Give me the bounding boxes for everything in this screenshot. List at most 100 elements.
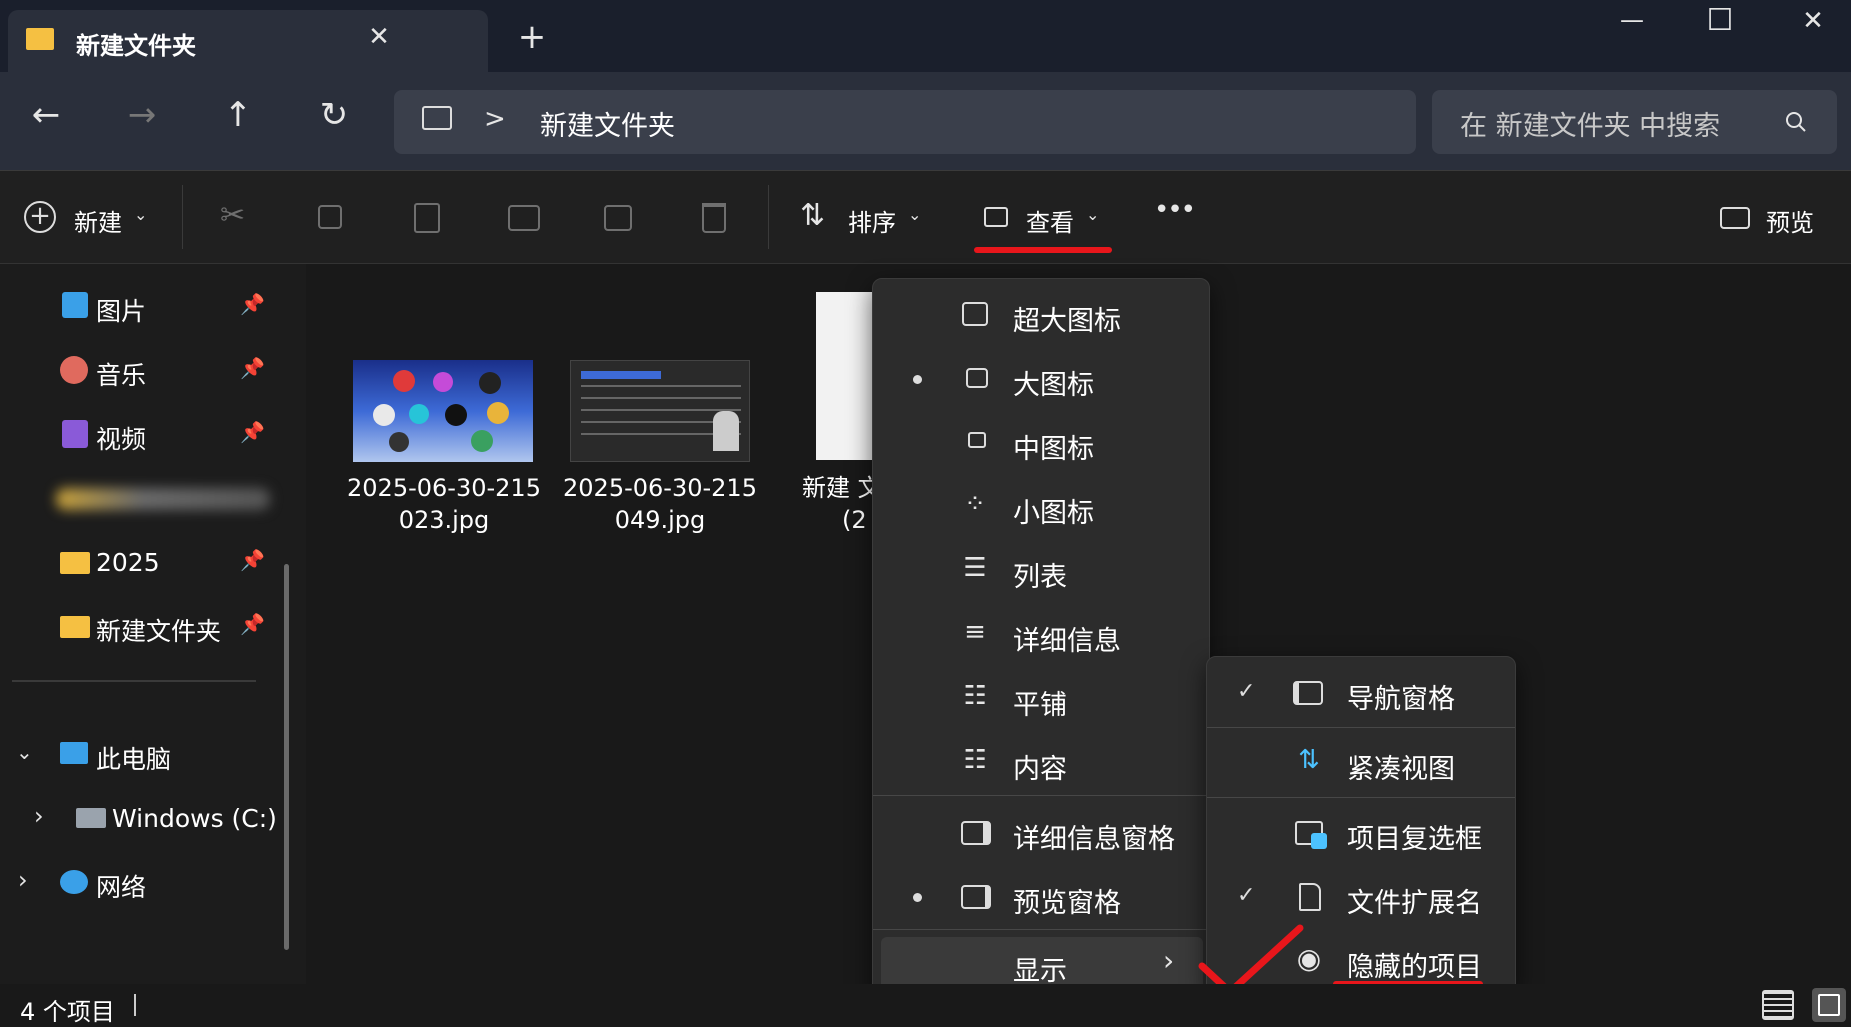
sidebar-item-label: 视频 [96, 425, 147, 454]
file-name[interactable]: 2025-06-30-215 049.jpg [560, 472, 760, 536]
sidebar-item-new-folder[interactable]: 新建文件夹 📌 [0, 602, 300, 652]
minimize-button[interactable]: — [1612, 8, 1652, 32]
pin-icon: 📌 [240, 356, 265, 380]
tab-close-button[interactable]: ✕ [364, 24, 394, 50]
details-view-icon[interactable] [1762, 990, 1794, 1020]
chevron-right-icon[interactable]: › [34, 804, 44, 828]
sort-icon: ⇅ [800, 198, 826, 233]
sidebar-item-blurred[interactable] [0, 474, 300, 524]
navigation-bar: ← → ↑ ↻ > 新建文件夹 在 新建文件夹 中搜索 [0, 72, 1851, 170]
checkmark-icon: ✓ [1237, 883, 1256, 908]
paste-icon[interactable] [414, 203, 440, 233]
menu-separator [1207, 727, 1515, 728]
submenu-item-item-checkboxes[interactable]: 项目复选框 [1207, 803, 1515, 863]
navigation-pane: 图片 📌 音乐 📌 视频 📌 2025 📌 新建文件夹 📌 ⌄ 此电脑 › Wi… [0, 264, 306, 984]
sidebar-scrollbar[interactable] [284, 564, 289, 950]
sidebar-item-this-pc[interactable]: ⌄ 此电脑 [0, 730, 300, 780]
status-divider [134, 994, 136, 1016]
submenu-item-file-extensions[interactable]: ✓ 文件扩展名 [1207, 867, 1515, 927]
sidebar-item-videos[interactable]: 视频 📌 [0, 410, 300, 460]
menu-item-details[interactable]: ≡ 详细信息 [873, 605, 1209, 665]
small-icons-icon: ⁘ [964, 489, 986, 519]
menu-item-small-icons[interactable]: ⁘ 小图标 [873, 477, 1209, 537]
thumbnail-detail [581, 409, 741, 411]
file-thumbnail[interactable] [570, 360, 750, 462]
folder-icon [26, 28, 54, 50]
sidebar-item-music[interactable]: 音乐 📌 [0, 346, 300, 396]
selected-bullet [913, 893, 922, 902]
tab-active[interactable]: 新建文件夹 ✕ [8, 10, 488, 72]
maximize-button[interactable]: ☐ [1700, 6, 1740, 36]
large-icons-view-button[interactable] [1812, 988, 1846, 1022]
menu-item-label: 中图标 [1013, 434, 1094, 465]
sidebar-item-label: 音乐 [96, 361, 147, 390]
copy-icon[interactable] [318, 205, 342, 229]
chevron-right-icon[interactable]: › [18, 868, 28, 892]
search-box[interactable]: 在 新建文件夹 中搜索 [1432, 90, 1837, 154]
annotation-underline [974, 247, 1112, 253]
blurred-icon [56, 488, 270, 510]
submenu-item-compact-view[interactable]: ⇅ 紧凑视图 [1207, 733, 1515, 793]
pin-icon: 📌 [240, 420, 265, 444]
thumbnail-detail [487, 402, 509, 424]
address-bar[interactable]: > 新建文件夹 [394, 90, 1416, 154]
sidebar-item-label: 图片 [96, 297, 147, 326]
cut-icon[interactable]: ✂ [220, 201, 245, 231]
menu-item-label: 平铺 [1013, 690, 1067, 721]
up-arrow-icon[interactable]: ↑ [220, 98, 256, 132]
menu-item-label: 文件扩展名 [1347, 888, 1482, 919]
sidebar-item-2025[interactable]: 2025 📌 [0, 538, 300, 588]
file-name[interactable]: 2025-06-30-215 023.jpg [344, 472, 544, 536]
large-icons-icon [966, 368, 988, 388]
menu-item-list[interactable]: ☰ 列表 [873, 541, 1209, 601]
file-thumbnail[interactable] [816, 292, 876, 460]
submenu-item-navigation-pane[interactable]: ✓ 导航窗格 [1207, 663, 1515, 723]
refresh-icon[interactable]: ↻ [316, 98, 352, 132]
details-icon: ≡ [964, 617, 986, 647]
new-tab-button[interactable]: + [517, 20, 547, 54]
preview-button[interactable]: 预览 [1766, 203, 1814, 238]
add-icon: + [24, 201, 56, 233]
delete-icon[interactable] [702, 203, 726, 233]
sidebar-item-network[interactable]: › 网络 [0, 858, 300, 908]
menu-item-content[interactable]: ☷ 内容 [873, 733, 1209, 793]
menu-item-label: 内容 [1013, 754, 1067, 785]
more-options-button[interactable]: ••• [1154, 197, 1196, 223]
large-icons-view-icon [1818, 994, 1840, 1016]
compact-view-icon: ⇅ [1298, 745, 1320, 775]
menu-item-medium-icons[interactable]: 中图标 [873, 413, 1209, 473]
menu-item-large-icons[interactable]: 大图标 [873, 349, 1209, 409]
menu-item-preview-pane[interactable]: 预览窗格 [873, 867, 1209, 927]
rename-icon[interactable] [508, 205, 540, 231]
file-name[interactable]: 新建 文 (2 [802, 472, 882, 536]
close-window-button[interactable]: ✕ [1793, 8, 1833, 34]
selected-bullet [913, 375, 922, 384]
chevron-down-icon: ⌄ [908, 205, 922, 224]
sidebar-item-pictures[interactable]: 图片 📌 [0, 282, 300, 332]
breadcrumb-current-folder[interactable]: 新建文件夹 [540, 104, 675, 143]
forward-arrow-icon[interactable]: → [124, 98, 160, 132]
back-arrow-icon[interactable]: ← [28, 98, 64, 132]
file-name-line: 2025-06-30-215 [347, 474, 541, 502]
share-icon[interactable] [604, 205, 632, 231]
menu-item-label: 隐藏的项目 [1347, 952, 1482, 983]
view-button[interactable]: 查看 [1026, 203, 1074, 238]
menu-item-extra-large-icons[interactable]: 超大图标 [873, 285, 1209, 345]
network-icon [60, 870, 88, 894]
pin-icon: 📌 [240, 292, 265, 316]
menu-item-label: 超大图标 [1013, 306, 1121, 337]
search-icon[interactable] [1784, 110, 1808, 134]
menu-item-tiles[interactable]: ☷ 平铺 [873, 669, 1209, 729]
thumbnail-detail [445, 404, 467, 426]
new-button[interactable]: 新建 [74, 203, 122, 238]
sidebar-item-drive-c[interactable]: › Windows (C:) [0, 794, 300, 844]
chevron-down-icon[interactable]: ⌄ [16, 742, 33, 762]
item-count: 4 个项目 [20, 998, 115, 1026]
computer-icon [60, 742, 88, 764]
file-extensions-icon [1299, 883, 1321, 911]
file-thumbnail[interactable] [353, 360, 533, 462]
menu-item-details-pane[interactable]: 详细信息窗格 [873, 803, 1209, 863]
menu-item-label: 小图标 [1013, 498, 1094, 529]
sort-button[interactable]: 排序 [848, 203, 896, 238]
menu-item-label: 紧凑视图 [1347, 754, 1455, 785]
